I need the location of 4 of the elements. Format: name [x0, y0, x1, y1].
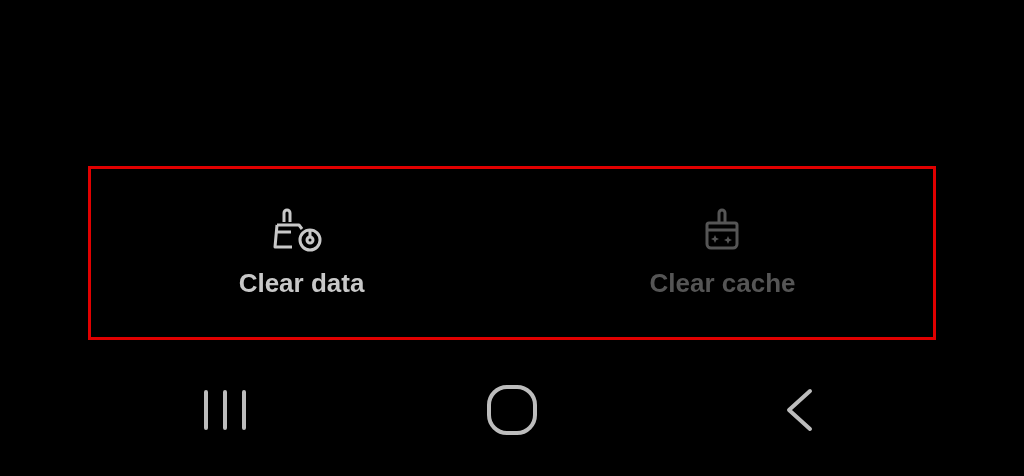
back-icon[interactable]	[784, 388, 814, 432]
action-button[interactable]: Clear data	[191, 193, 412, 313]
home-icon[interactable]	[486, 384, 538, 436]
recents-icon[interactable]	[202, 388, 248, 432]
